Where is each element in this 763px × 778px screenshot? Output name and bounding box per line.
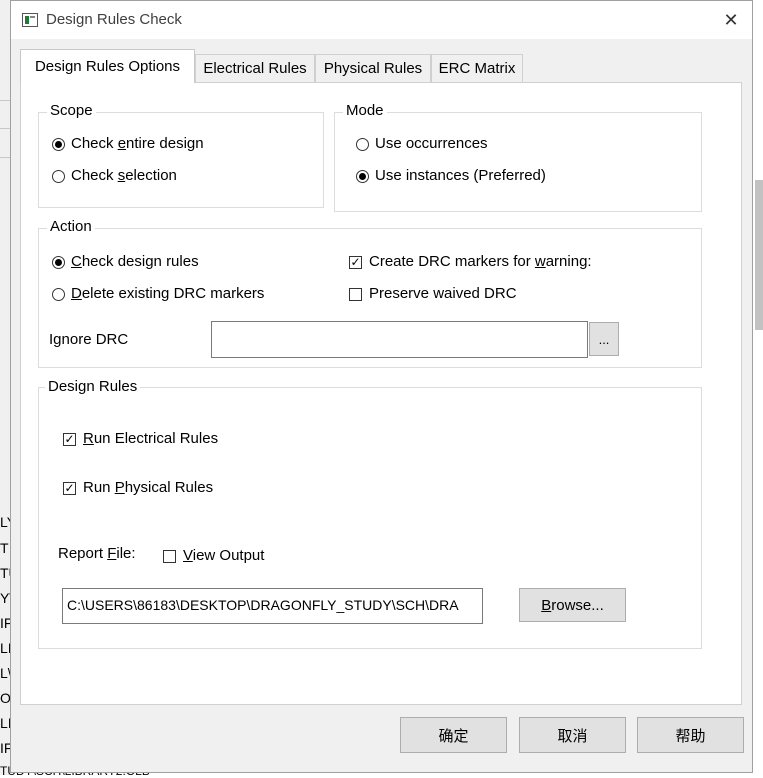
background-text: T [0,540,9,556]
background-text: LIE [0,640,10,656]
radio-use-occurrences[interactable] [356,138,369,151]
scope-title: Scope [47,102,96,119]
run-electrical-rules-label[interactable]: Run Electrical Rules [83,430,218,447]
design-rules-title: Design Rules [45,378,141,395]
delete-drc-markers-label[interactable]: Delete existing DRC markers [71,285,264,302]
title-bar[interactable]: Design Rules Check ✕ [11,1,752,39]
report-file-path-input[interactable]: C:\USERS\86183\DESKTOP\DRAGONFLY_STUDY\S… [62,588,483,624]
tab-label: ERC Matrix [438,60,516,77]
tab-electrical-rules[interactable]: Electrical Rules [195,54,315,82]
design-rules-check-dialog: Design Rules Check ✕ Design Rules Option… [10,0,753,773]
background-text: IF [0,615,10,631]
background-text: O [0,690,10,706]
help-button[interactable]: 帮助 [637,717,744,753]
use-instances-label[interactable]: Use instances (Preferred) [375,167,546,184]
dialog-title: Design Rules Check [46,11,182,28]
background-text: LY [0,514,10,530]
ok-button[interactable]: 确定 [400,717,507,753]
checkbox-create-drc-markers[interactable]: ✓ [349,256,362,269]
background-divider [0,100,10,101]
background-text: Y\ [0,590,10,606]
radio-check-design-rules[interactable] [52,256,65,269]
create-drc-markers-label[interactable]: Create DRC markers for warning: [369,253,612,270]
check-design-rules-label[interactable]: Check design rules [71,253,199,270]
run-physical-rules-label[interactable]: Run Physical Rules [83,479,213,496]
ignore-drc-label: Ignore DRC [49,331,129,348]
report-file-label: Report File: [58,545,136,562]
scope-group [38,112,324,208]
check-selection-label[interactable]: Check selection [71,167,177,184]
background-scrollbar[interactable] [755,180,763,330]
ignore-drc-browse-button[interactable]: ... [589,322,619,356]
background-text: L\ [0,665,10,681]
use-occurrences-label[interactable]: Use occurrences [375,135,488,152]
tab-panel: Scope Check entire design Check selectio… [20,82,742,705]
check-entire-design-label[interactable]: Check entire design [71,135,204,152]
browse-button[interactable]: Browse... [519,588,626,622]
mode-group [334,112,702,212]
checkbox-preserve-waived-drc[interactable] [349,288,362,301]
view-output-label[interactable]: View Output [183,547,264,564]
tab-erc-matrix[interactable]: ERC Matrix [431,54,523,82]
radio-use-instances[interactable] [356,170,369,183]
checkbox-run-physical-rules[interactable]: ✓ [63,482,76,495]
cancel-button[interactable]: 取消 [519,717,626,753]
app-icon [22,13,38,27]
radio-delete-drc-markers[interactable] [52,288,65,301]
tab-label: Design Rules Options [34,58,181,75]
close-button[interactable]: ✕ [716,7,746,33]
tab-label: Electrical Rules [203,60,307,77]
background-divider [0,157,10,158]
tab-label: Physical Rules [323,60,423,77]
radio-check-selection[interactable] [52,170,65,183]
background-text: IF [0,740,10,756]
tab-design-rules-options[interactable]: Design Rules Options [20,49,195,83]
checkbox-run-electrical-rules[interactable]: ✓ [63,433,76,446]
background-divider [0,128,10,129]
close-icon: ✕ [723,9,739,30]
ignore-drc-input[interactable] [211,321,588,358]
radio-check-entire-design[interactable] [52,138,65,151]
background-text: LI [0,715,10,731]
mode-title: Mode [343,102,387,119]
tab-physical-rules[interactable]: Physical Rules [315,54,431,82]
checkbox-view-output[interactable] [163,550,176,563]
background-window [0,0,10,775]
action-title: Action [47,218,95,235]
preserve-waived-drc-label[interactable]: Preserve waived DRC [369,285,517,302]
background-text: TU [0,565,10,581]
